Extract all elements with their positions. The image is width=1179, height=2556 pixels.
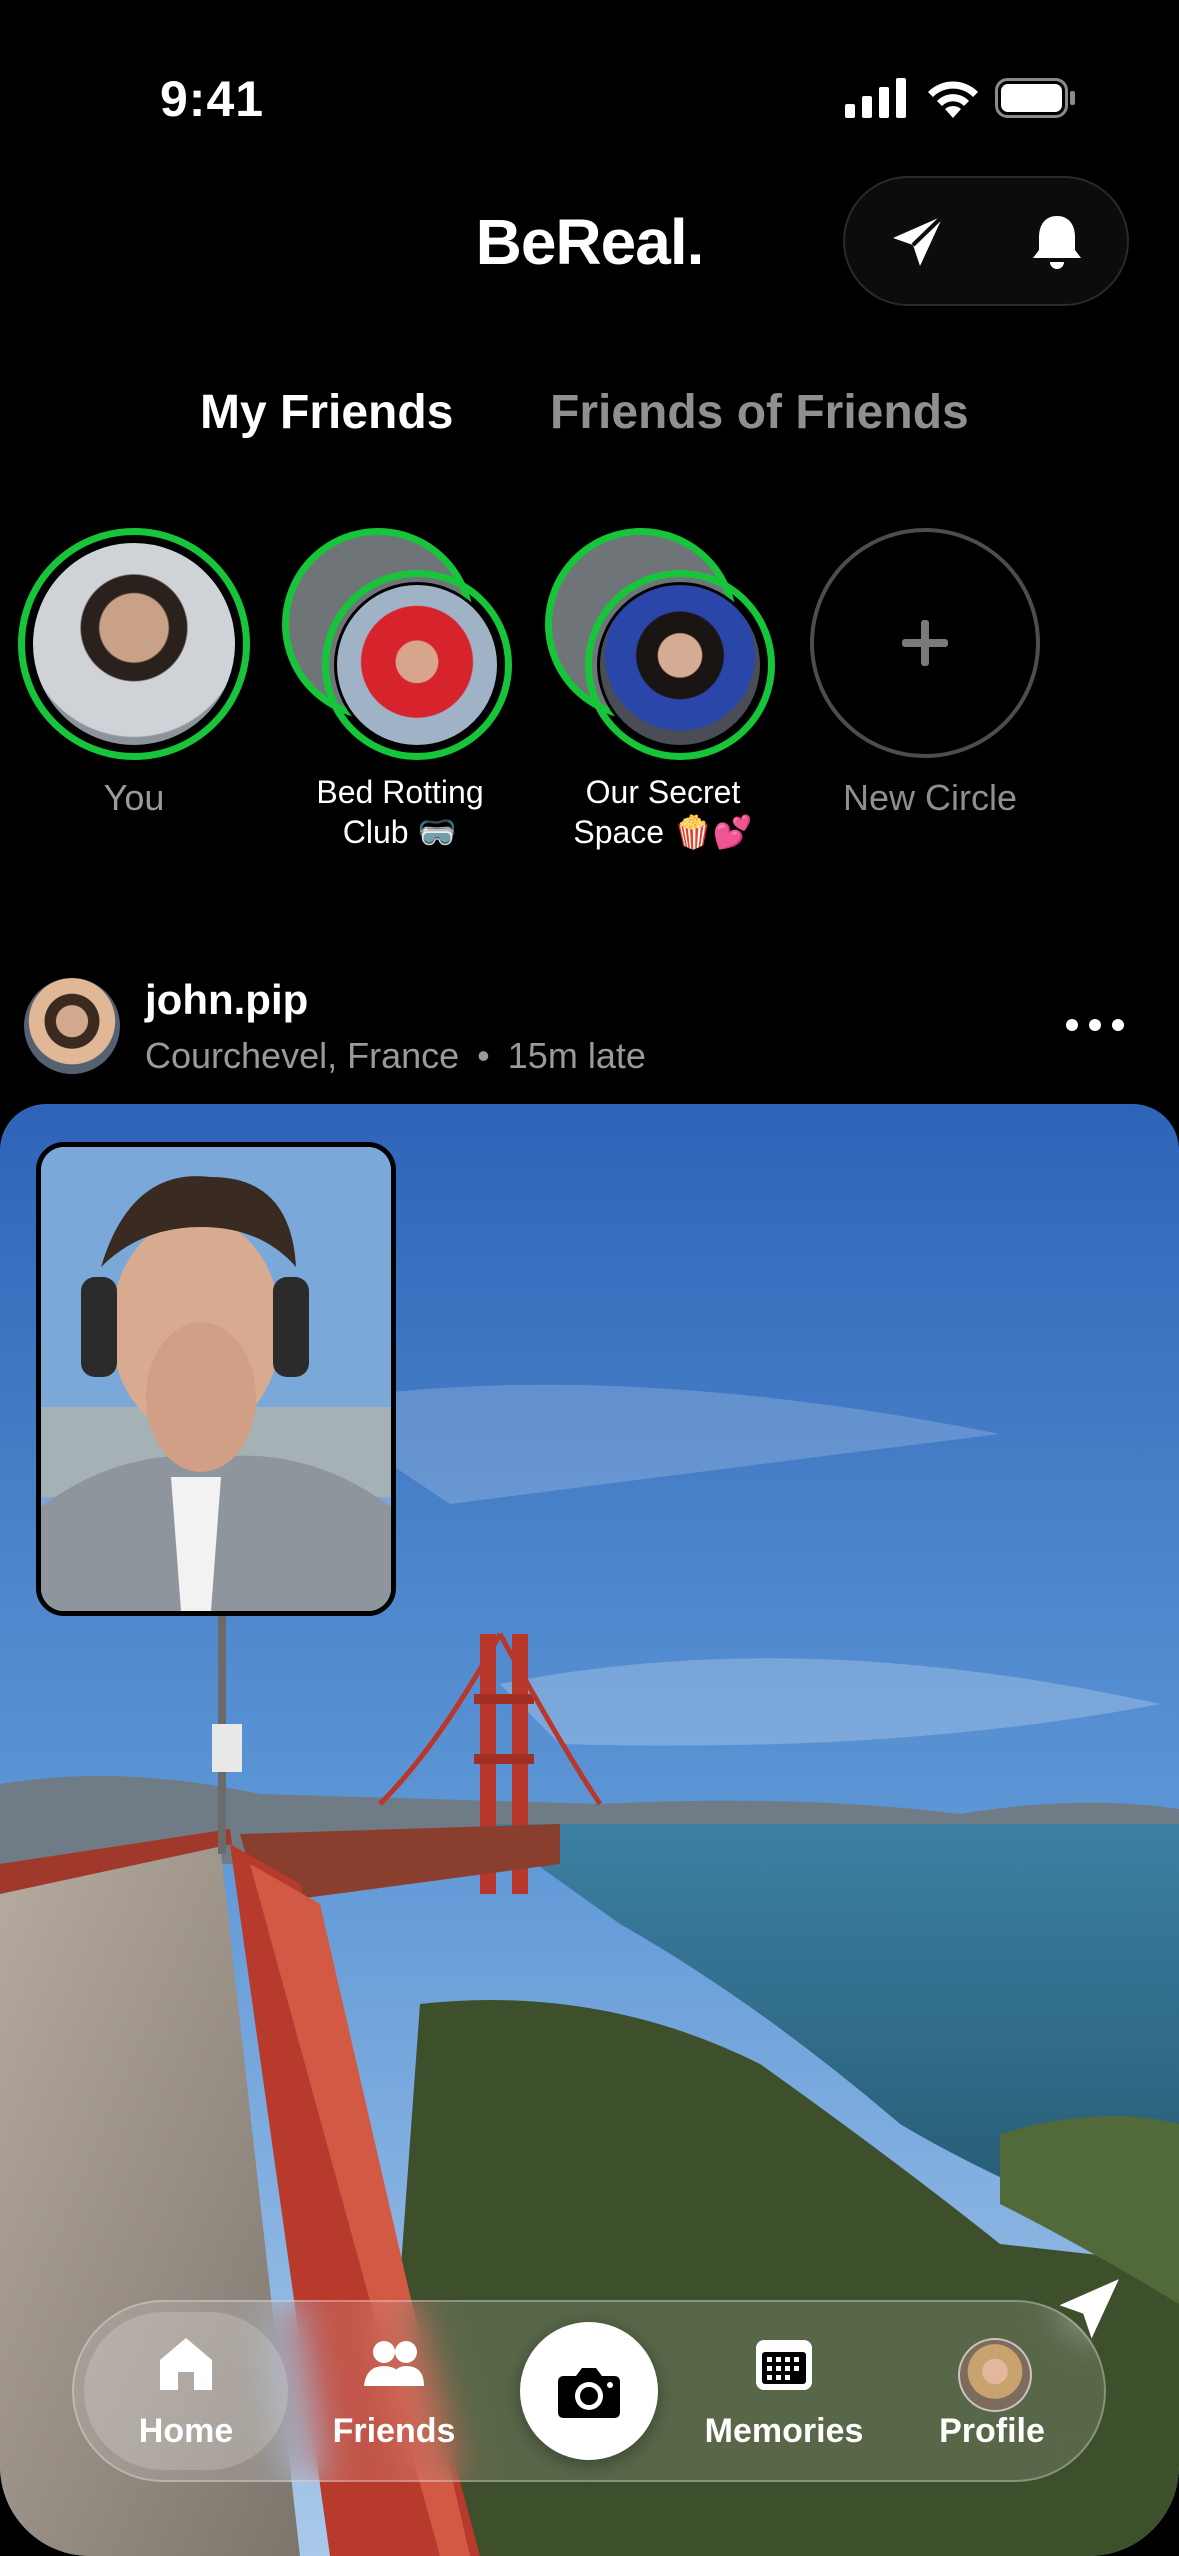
bottom-tab-bar: Home Friends Memories Profile [72, 2300, 1106, 2482]
meta-separator: • [477, 1035, 490, 1076]
battery-icon [995, 78, 1075, 118]
post-lateness: 15m late [507, 1035, 646, 1076]
tab-profile-label: Profile [939, 2412, 1045, 2450]
circle-label-line1: Bed Rotting [316, 774, 484, 810]
avatar [30, 540, 238, 748]
avatar-ring [585, 570, 775, 760]
post-selfie-photo[interactable] [36, 1142, 396, 1616]
tab-friends-of-friends[interactable]: Friends of Friends [550, 385, 969, 440]
post-author-avatar[interactable] [24, 978, 120, 1074]
more-dots-icon[interactable] [1060, 1010, 1140, 1040]
status-time: 9:41 [160, 71, 265, 127]
memories-calendar-icon [756, 2340, 812, 2390]
camera-capture-button[interactable] [520, 2322, 658, 2460]
new-circle-button[interactable] [810, 528, 1040, 758]
plus-icon [902, 620, 948, 666]
circle-label-line2: Space 🍿💕 [573, 814, 753, 850]
circle-label-line1: Our Secret [585, 774, 741, 810]
tab-friends[interactable]: Friends [294, 2302, 494, 2484]
avatar [597, 582, 763, 748]
tab-memories[interactable]: Memories [684, 2302, 884, 2484]
tab-friends-label: Friends [332, 2412, 456, 2450]
post-location: Courchevel, France [145, 1035, 460, 1076]
circle-you[interactable]: You [14, 528, 254, 858]
friends-icon [364, 2341, 424, 2386]
circle-our-secret-space[interactable]: Our Secret Space 🍿💕 [543, 528, 783, 858]
tab-home-label: Home [138, 2412, 234, 2450]
circle-label: You [103, 777, 165, 818]
selfie-image [41, 1147, 391, 1611]
avatar [334, 582, 500, 748]
wifi-icon [928, 81, 978, 118]
app-screen: 9:41 BeReal. My Friends Friends of Frien… [0, 0, 1179, 2556]
signal-icon [845, 78, 906, 118]
circle-label-line2: Club 🥽 [342, 814, 458, 850]
tab-memories-label: Memories [704, 2412, 864, 2450]
camera-icon [558, 2368, 620, 2418]
header-actions [843, 176, 1129, 306]
post-username[interactable]: john.pip [145, 976, 308, 1024]
tab-profile[interactable]: Profile [892, 2302, 1092, 2484]
home-icon [160, 2338, 212, 2390]
circle-new[interactable]: New Circle [800, 528, 1040, 858]
circle-label: New Circle [842, 777, 1018, 818]
post-meta: Courchevel, France • 15m late [145, 1035, 646, 1077]
tab-my-friends[interactable]: My Friends [200, 385, 453, 440]
profile-avatar [958, 2338, 1032, 2412]
status-bar: 9:41 [0, 0, 1179, 190]
circle-bed-rotting-club[interactable]: Bed Rotting Club 🥽 [280, 528, 520, 858]
avatar-ring [322, 570, 512, 760]
bell-icon[interactable] [1025, 210, 1089, 274]
avatar-ring [18, 528, 250, 760]
tab-home[interactable]: Home [86, 2302, 286, 2484]
paper-plane-icon[interactable] [885, 210, 949, 274]
